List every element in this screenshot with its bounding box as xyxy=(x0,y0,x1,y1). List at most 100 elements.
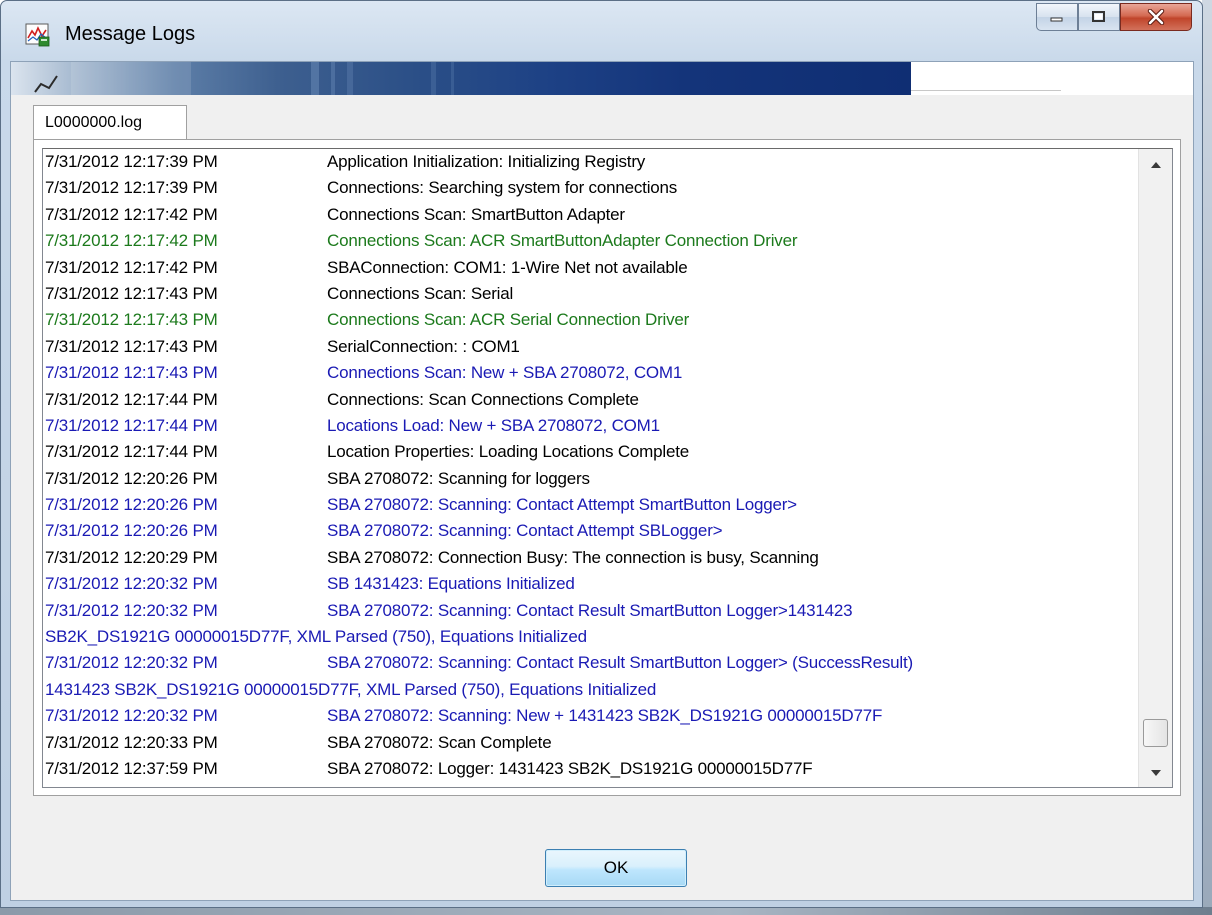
log-timestamp: 7/31/2012 12:20:32 PM xyxy=(45,706,218,726)
desktop-background-bottom xyxy=(0,907,1212,915)
log-timestamp: 7/31/2012 12:37:59 PM xyxy=(45,758,218,778)
log-message: Connections Scan: SmartButton Adapter xyxy=(327,204,625,224)
log-timestamp: 7/31/2012 12:17:42 PM xyxy=(45,257,218,277)
log-message: SerialConnection: : COM1 xyxy=(327,336,520,356)
log-timestamp: 7/31/2012 12:17:43 PM xyxy=(45,283,218,303)
log-message-continuation: SB2K_DS1921G 00000015D77F, XML Parsed (7… xyxy=(45,627,587,647)
log-message: Connections: Scan Connections Complete xyxy=(327,389,639,409)
caption-buttons xyxy=(1036,3,1192,33)
log-timestamp: 7/31/2012 12:17:43 PM xyxy=(45,363,218,383)
log-row[interactable]: 7/31/2012 12:17:43 PM SerialConnection: :… xyxy=(45,334,1145,360)
log-timestamp: 7/31/2012 12:17:44 PM xyxy=(45,415,218,435)
log-row[interactable]: 7/31/2012 12:17:42 PM Connections Scan: A… xyxy=(45,228,1145,254)
chart-log-icon xyxy=(25,23,51,47)
log-message: SBA 2708072: Logger: 1431423 SB2K_DS1921… xyxy=(327,758,813,778)
log-timestamp: 7/31/2012 12:17:44 PM xyxy=(45,389,218,409)
log-message: SBA 2708072: Settings(1431423 SB2K_DS192… xyxy=(327,782,905,787)
log-message: SBA 2708072: Scanning for loggers xyxy=(327,468,590,488)
desktop-background-right xyxy=(1202,0,1212,915)
header-banner xyxy=(11,62,1193,95)
log-message: Application Initialization: Initializing… xyxy=(327,152,646,171)
log-message: SB 1431423: Equations Initialized xyxy=(327,574,575,594)
log-message: SBA 2708072: Scanning: Contact Attempt S… xyxy=(327,521,723,541)
log-row[interactable]: 7/31/2012 12:38:02 PM SBA 2708072: Settin… xyxy=(45,782,1145,787)
log-row[interactable]: 7/31/2012 12:17:43 PM Connections Scan: A… xyxy=(45,307,1145,333)
log-timestamp: 7/31/2012 12:20:32 PM xyxy=(45,600,218,620)
scroll-up-arrow-icon xyxy=(1150,155,1161,173)
log-entries: 7/31/2012 12:17:39 PM Application Initial… xyxy=(45,149,1145,787)
message-log-list[interactable]: 7/31/2012 12:17:39 PM Application Initial… xyxy=(42,148,1173,788)
tab-panel: 7/31/2012 12:17:39 PM Application Initial… xyxy=(33,140,1181,796)
log-message: Locations Load: New + SBA 2708072, COM1 xyxy=(327,415,660,435)
log-timestamp: 7/31/2012 12:17:43 PM xyxy=(45,336,218,356)
log-timestamp: 7/31/2012 12:20:26 PM xyxy=(45,495,218,515)
log-message: SBA 2708072: Scanning: Contact Result Sm… xyxy=(327,653,913,673)
log-row[interactable]: 7/31/2012 12:20:29 PM SBA 2708072: Connec… xyxy=(45,545,1145,571)
log-message: SBA 2708072: Scan Complete xyxy=(327,732,552,752)
banner-divider xyxy=(911,90,1061,91)
scroll-down-arrow-icon xyxy=(1150,763,1161,781)
log-timestamp: 7/31/2012 12:20:32 PM xyxy=(45,574,218,594)
log-timestamp: 7/31/2012 12:17:42 PM xyxy=(45,231,218,251)
scroll-thumb[interactable] xyxy=(1143,719,1168,747)
log-row[interactable]: 7/31/2012 12:17:43 PM Connections Scan: N… xyxy=(45,360,1145,386)
log-row[interactable]: 7/31/2012 12:37:59 PM SBA 2708072: Logger… xyxy=(45,756,1145,782)
log-timestamp: 7/31/2012 12:38:02 PM xyxy=(45,782,218,787)
log-row[interactable]: 7/31/2012 12:20:32 PM SBA 2708072: Scanni… xyxy=(45,703,1145,729)
log-row[interactable]: 7/31/2012 12:20:26 PM SBA 2708072: Scanni… xyxy=(45,518,1145,544)
message-logs-window: Message Logs L0000000.log 7/31/2012 12:1… xyxy=(0,0,1203,908)
log-timestamp: 7/31/2012 12:20:26 PM xyxy=(45,468,218,488)
log-message: SBAConnection: COM1: 1-Wire Net not avai… xyxy=(327,257,688,277)
log-message: Connections Scan: Serial xyxy=(327,283,514,303)
title-bar[interactable]: Message Logs xyxy=(1,1,1202,61)
dialog-client-area: L0000000.log 7/31/2012 12:17:39 PM Applic… xyxy=(10,61,1194,901)
log-timestamp: 7/31/2012 12:20:29 PM xyxy=(45,547,218,567)
close-icon xyxy=(1147,9,1165,25)
log-message: SBA 2708072: Scanning: New + 1431423 SB2… xyxy=(327,706,883,726)
log-timestamp: 7/31/2012 12:17:43 PM xyxy=(45,310,218,330)
log-row[interactable]: 7/31/2012 12:17:42 PM SBAConnection: COM1… xyxy=(45,255,1145,281)
log-row[interactable]: 7/31/2012 12:20:26 PM SBA 2708072: Scanni… xyxy=(45,466,1145,492)
scroll-up-button[interactable] xyxy=(1139,149,1172,179)
log-row[interactable]: 7/31/2012 12:20:33 PM SBA 2708072: Scan C… xyxy=(45,730,1145,756)
log-row[interactable]: SB2K_DS1921G 00000015D77F, XML Parsed (7… xyxy=(45,624,1145,650)
log-message: Location Properties: Loading Locations C… xyxy=(327,442,690,462)
log-row[interactable]: 7/31/2012 12:20:32 PM SBA 2708072: Scanni… xyxy=(45,650,1145,676)
tab-log-file[interactable]: L0000000.log xyxy=(33,105,187,141)
log-message: Connections Scan: ACR SmartButtonAdapter… xyxy=(327,231,798,251)
vertical-scrollbar[interactable] xyxy=(1138,149,1172,787)
log-message: Connections Scan: ACR Serial Connection … xyxy=(327,310,690,330)
maximize-icon xyxy=(1092,11,1106,23)
log-timestamp: 7/31/2012 12:20:26 PM xyxy=(45,521,218,541)
log-row[interactable]: 7/31/2012 12:20:32 PM SB 1431423: Equatio… xyxy=(45,571,1145,597)
log-message-continuation: 1431423 SB2K_DS1921G 00000015D77F, XML P… xyxy=(45,679,657,699)
log-timestamp: 7/31/2012 12:17:44 PM xyxy=(45,442,218,462)
log-row[interactable]: 7/31/2012 12:17:44 PM Connections: Scan C… xyxy=(45,387,1145,413)
log-message: SBA 2708072: Connection Busy: The connec… xyxy=(327,547,819,567)
log-row[interactable]: 7/31/2012 12:20:26 PM SBA 2708072: Scanni… xyxy=(45,492,1145,518)
log-row[interactable]: 7/31/2012 12:17:42 PM Connections Scan: S… xyxy=(45,202,1145,228)
window-title: Message Logs xyxy=(65,23,196,45)
log-row[interactable]: 7/31/2012 12:17:43 PM Connections Scan: S… xyxy=(45,281,1145,307)
log-row[interactable]: 1431423 SB2K_DS1921G 00000015D77F, XML P… xyxy=(45,677,1145,703)
log-message: SBA 2708072: Scanning: Contact Attempt S… xyxy=(327,495,797,515)
log-row[interactable]: 7/31/2012 12:17:39 PM Connections: Search… xyxy=(45,175,1145,201)
close-button[interactable] xyxy=(1120,3,1192,31)
log-timestamp: 7/31/2012 12:20:33 PM xyxy=(45,732,218,752)
log-timestamp: 7/31/2012 12:17:42 PM xyxy=(45,204,218,224)
ok-button[interactable]: OK xyxy=(545,849,687,887)
minimize-icon xyxy=(1050,12,1064,22)
log-row[interactable]: 7/31/2012 12:17:44 PM Location Properties… xyxy=(45,439,1145,465)
log-row[interactable]: 7/31/2012 12:17:44 PM Locations Load: New… xyxy=(45,413,1145,439)
log-row[interactable]: 7/31/2012 12:17:39 PM Application Initial… xyxy=(45,149,1145,175)
log-timestamp: 7/31/2012 12:17:39 PM xyxy=(45,152,218,171)
minimize-button[interactable] xyxy=(1036,3,1078,31)
log-message: SBA 2708072: Scanning: Contact Result Sm… xyxy=(327,600,853,620)
log-row[interactable]: 7/31/2012 12:20:32 PM SBA 2708072: Scanni… xyxy=(45,598,1145,624)
log-message: Connections: Searching system for connec… xyxy=(327,178,678,198)
maximize-button[interactable] xyxy=(1078,3,1120,31)
log-timestamp: 7/31/2012 12:17:39 PM xyxy=(45,178,218,198)
scroll-down-button[interactable] xyxy=(1139,757,1172,787)
log-timestamp: 7/31/2012 12:20:32 PM xyxy=(45,653,218,673)
log-message: Connections Scan: New + SBA 2708072, COM… xyxy=(327,363,683,383)
